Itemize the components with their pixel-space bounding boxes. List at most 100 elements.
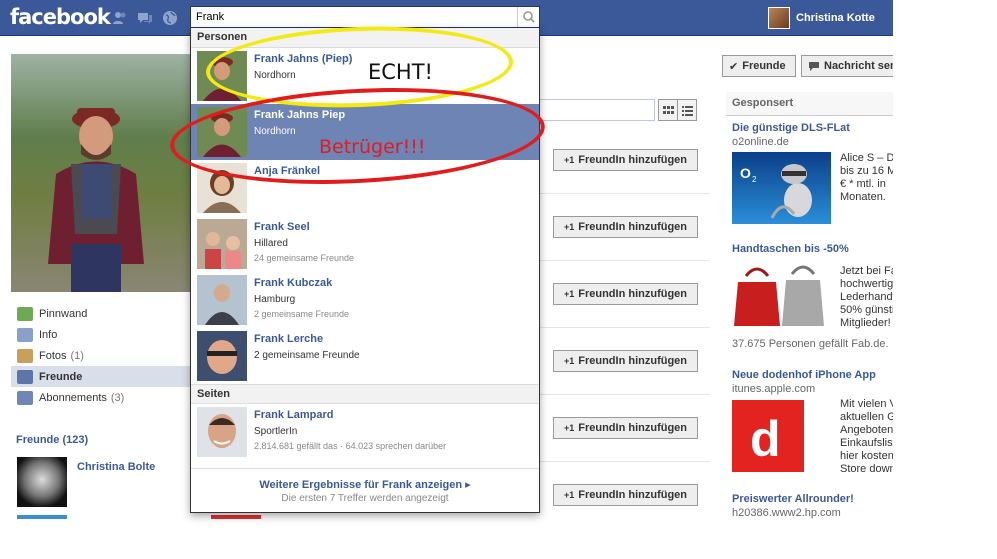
friends-heading[interactable]: Freunde (123) [16, 434, 88, 446]
search-result-page[interactable]: Frank Lampard SportlerIn 2.814.681 gefäl… [191, 404, 539, 460]
add-friend-button[interactable]: +1 FreundIn hinzufügen [553, 350, 698, 372]
facebook-logo[interactable]: facebook [10, 5, 111, 29]
add-friend-button[interactable]: +1 FreundIn hinzufügen [553, 417, 698, 439]
add-friend-button[interactable]: +1 FreundIn hinzufügen [553, 283, 698, 305]
list-icon [682, 106, 693, 116]
search-icon [523, 11, 535, 23]
result-name: Frank Seel [254, 221, 310, 233]
ad-url[interactable]: o2online.de [732, 136, 789, 148]
svg-text:2: 2 [752, 175, 757, 184]
svg-text:d: d [750, 411, 781, 467]
profile-nav: Pinnwand Info Fotos (1) Freunde Abonneme… [11, 303, 191, 408]
result-category: SportlerIn [254, 426, 298, 437]
friend-thumbnail-strip [17, 515, 67, 519]
add-friend-button[interactable]: +1 FreundIn hinzufügen [553, 484, 698, 506]
result-thumbnail [197, 219, 247, 269]
nav-item-freunde[interactable]: Freunde [11, 366, 191, 387]
search-input[interactable] [191, 7, 511, 27]
ad-text: Jetzt bei Fab hochwertige Lederhandt 50%… [840, 265, 893, 330]
ad-text-line: Mit vielen V [840, 398, 893, 410]
ad-title[interactable]: Die günstige DLS-FLat [732, 122, 850, 134]
ad-image-dodenhof[interactable]: d [732, 400, 804, 472]
search-result-person[interactable]: Frank Seel Hillared 24 gemeinsame Freund… [191, 216, 539, 272]
ad-text-line: Einkaufsliste [840, 437, 893, 449]
add-friend-label: FreundIn hinzufügen [578, 422, 688, 434]
nav-label: Freunde [39, 370, 83, 383]
list-view-button[interactable] [677, 99, 697, 121]
add-friend-plus: +1 [563, 222, 575, 232]
result-thumbnail [197, 275, 247, 325]
ad-text: Alice S – Die bis zu 16 Mb € * mtl. in M… [840, 152, 893, 204]
ad-url[interactable]: itunes.apple.com [732, 383, 815, 395]
search-box[interactable] [190, 6, 540, 28]
grid-view-button[interactable] [658, 99, 678, 121]
ad-title[interactable]: Neue dodenhof iPhone App [732, 369, 876, 381]
more-results-label: Weitere Ergebnisse für Frank anzeigen [259, 479, 463, 491]
nav-item-abonnements[interactable]: Abonnements (3) [11, 387, 191, 408]
svg-text:O: O [740, 165, 751, 181]
result-mutual-friends: 2 gemeinsame Freunde [254, 309, 350, 319]
nav-item-fotos[interactable]: Fotos (1) [11, 345, 191, 366]
more-results-hint: Die ersten 7 Treffer werden angezeigt [281, 493, 449, 504]
friend-thumbnail-strip [211, 515, 261, 519]
friends-filter-input[interactable] [535, 99, 655, 121]
more-results-link[interactable]: Weitere Ergebnisse für Frank anzeigen ▸ [191, 478, 539, 491]
ad-image-o2[interactable]: O 2 [732, 152, 831, 224]
sponsored-heading: Gesponsert [726, 92, 893, 116]
more-results[interactable]: Weitere Ergebnisse für Frank anzeigen ▸ … [191, 468, 539, 512]
nav-count: (1) [70, 349, 84, 362]
arrow-right-icon: ▸ [465, 479, 471, 491]
search-result-person[interactable]: Frank Kubczak Hamburg 2 gemeinsame Freun… [191, 272, 539, 328]
friend-name[interactable]: Christina Bolte [77, 461, 155, 473]
result-likes: 2.814.681 gefällt das · 64.023 sprechen … [254, 441, 447, 451]
subscriptions-icon [17, 390, 33, 405]
ad-url[interactable]: h20386.www2.hp.com [732, 507, 841, 519]
wall-icon [17, 306, 33, 321]
ad-text-line: € * mtl. in [840, 178, 886, 190]
friend-requests-icon[interactable] [112, 10, 128, 26]
friends-status-button[interactable]: ✔ Freunde [722, 55, 796, 77]
ad-text-line: Mitglieder! [840, 317, 891, 329]
account-link[interactable]: Christina Kotte [768, 6, 875, 30]
add-friend-button[interactable]: +1 FreundIn hinzufügen [553, 216, 698, 238]
add-friend-plus: +1 [563, 490, 575, 500]
ad-text-line: Jetzt bei Fab [840, 265, 893, 277]
ad-text-line: hier kostenl [840, 450, 893, 462]
search-result-person[interactable]: Frank Lerche 2 gemeinsame Freunde [191, 328, 539, 384]
ad-image-handbags[interactable] [732, 260, 831, 332]
pages-section-heading: Seiten [191, 384, 539, 404]
result-thumbnail [197, 331, 247, 381]
result-name: Frank Lerche [254, 333, 324, 345]
o2-raccoon-image: O 2 [740, 164, 812, 219]
ad-title[interactable]: Preiswerter Allrounder! [732, 493, 854, 505]
messages-icon[interactable] [137, 10, 153, 26]
message-icon [809, 62, 819, 71]
nav-count: (3) [110, 391, 125, 404]
ad-text-line: Angeboten [840, 424, 893, 436]
friends-icon [17, 369, 33, 384]
ad-likes[interactable]: 37.675 Personen gefällt Fab.de. [732, 338, 889, 350]
ad-text-line: Lederhandt [840, 291, 893, 303]
photos-icon [17, 348, 33, 363]
add-friend-button[interactable]: +1 FreundIn hinzufügen [553, 149, 698, 171]
add-friend-plus: +1 [563, 289, 575, 299]
send-message-label: Nachricht senden [824, 60, 893, 72]
friend-thumbnail[interactable] [17, 457, 67, 507]
send-message-button[interactable]: Nachricht senden [801, 55, 893, 77]
add-friend-label: FreundIn hinzufügen [578, 288, 688, 300]
grid-icon [663, 106, 674, 114]
result-thumbnail [197, 407, 247, 457]
add-friend-plus: +1 [563, 155, 575, 165]
notifications-globe-icon[interactable] [162, 10, 178, 26]
result-mutual-friends: 2 gemeinsame Freunde [254, 350, 360, 361]
nav-item-pinnwand[interactable]: Pinnwand [11, 303, 191, 324]
ad-text-line: Alice S – Die [840, 152, 893, 164]
ad-text-line: 50% günstig [840, 304, 893, 316]
result-mutual-friends: 24 gemeinsame Freunde [254, 253, 355, 263]
nav-item-info[interactable]: Info [11, 324, 191, 345]
profile-photo[interactable] [11, 54, 191, 292]
ad-title[interactable]: Handtaschen bis -50% [732, 243, 849, 255]
annotation-echt: ECHT! [368, 60, 433, 84]
search-button[interactable] [517, 7, 539, 27]
check-icon: ✔ [729, 60, 739, 73]
